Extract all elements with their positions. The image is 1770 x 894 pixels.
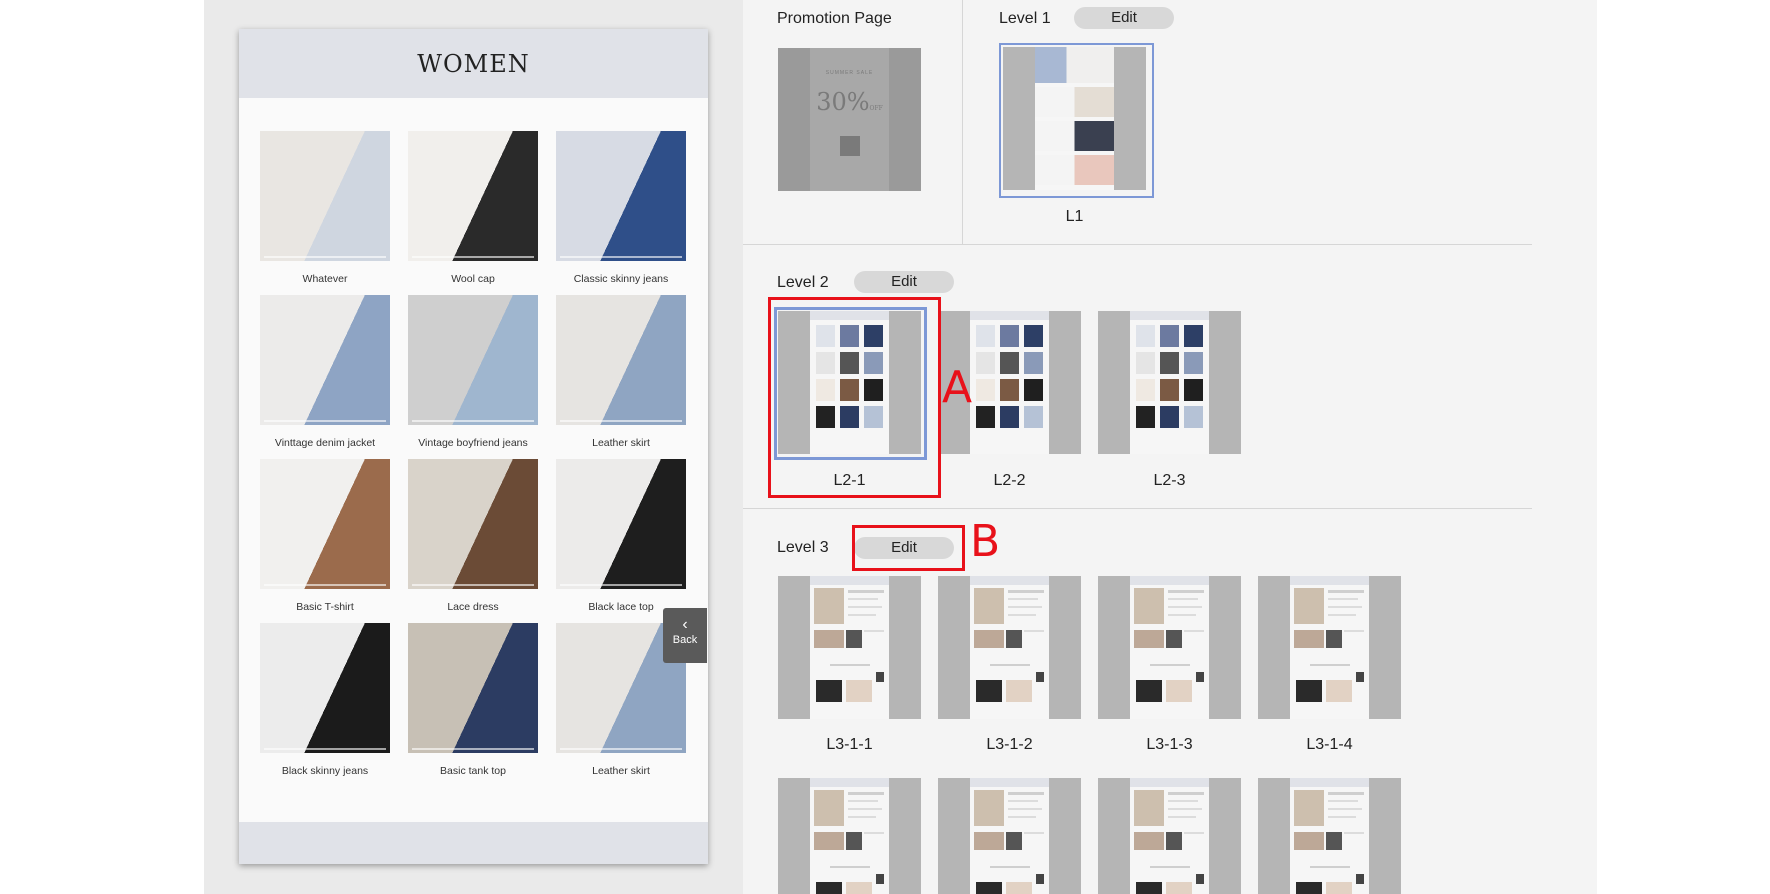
product-label: Basic tank top — [440, 765, 506, 777]
product-label: Vinttage denim jacket — [274, 437, 376, 449]
product-grid: Whatever Wool cap Classic skinny jeans Vint… — [260, 131, 687, 787]
level2-thumb-label: L2-2 — [993, 472, 1026, 489]
level3-thumbnail[interactable] — [1098, 576, 1241, 719]
product-card[interactable]: Basic tank top — [408, 623, 538, 787]
product-card[interactable]: Whatever — [260, 131, 390, 295]
level1-thumbnail[interactable] — [1003, 47, 1146, 190]
chevron-left-icon: ‹ — [682, 616, 688, 633]
product-card[interactable]: Lace dress — [408, 459, 538, 623]
product-card[interactable]: Black skinny jeans — [260, 623, 390, 787]
product-label: Basic T-shirt — [296, 601, 354, 613]
product-label: Black skinny jeans — [281, 765, 369, 777]
divider — [743, 508, 1532, 509]
product-card[interactable]: Vinttage denim jacket — [260, 295, 390, 459]
annotation-box-a — [768, 297, 941, 498]
level1-thumb-label: L1 — [1065, 208, 1084, 225]
product-label: Classic skinny jeans — [573, 273, 669, 285]
annotation-box-b — [852, 525, 965, 571]
divider — [962, 0, 963, 244]
product-card[interactable]: Black lace top — [556, 459, 686, 623]
product-image — [260, 131, 390, 261]
promotion-thumbnail[interactable]: SUMMER SALE 30%OFF — [778, 48, 921, 191]
product-label: Leather skirt — [592, 437, 650, 449]
level3-thumb-label: L3-1-4 — [1306, 736, 1353, 753]
product-image — [556, 295, 686, 425]
product-card[interactable]: Wool cap — [408, 131, 538, 295]
product-image — [260, 623, 390, 753]
product-card[interactable]: Leather skirt — [556, 295, 686, 459]
phone-title: WOMEN — [239, 29, 708, 98]
annotation-label-a: A — [942, 362, 973, 413]
level2-label: Level 2 — [777, 274, 829, 291]
level3-thumb-label: L3-1-2 — [986, 736, 1033, 753]
promo-percent: 30% — [816, 88, 870, 116]
level3-label: Level 3 — [777, 539, 829, 556]
product-label: Wool cap — [451, 273, 495, 285]
product-image — [408, 459, 538, 589]
product-label: Lace dress — [447, 601, 499, 613]
level1-edit-button[interactable]: Edit — [1074, 7, 1174, 29]
level3-thumbnail[interactable] — [938, 778, 1081, 894]
level3-thumb-label: L3-1-1 — [826, 736, 873, 753]
level3-thumb-label: L3-1-3 — [1146, 736, 1193, 753]
level3-thumbnail[interactable] — [1258, 778, 1401, 894]
promo-off: OFF — [869, 105, 883, 112]
back-label: Back — [672, 634, 698, 646]
level3-thumbnail[interactable] — [938, 576, 1081, 719]
divider — [743, 244, 1532, 245]
phone-preview: WOMEN Whatever Wool cap Classic skinny jea… — [239, 29, 708, 864]
product-image — [260, 459, 390, 589]
level2-edit-button[interactable]: Edit — [854, 271, 954, 293]
promotion-page-label: Promotion Page — [777, 10, 892, 27]
phone-footer — [239, 822, 708, 864]
product-label: Leather skirt — [592, 765, 650, 777]
product-label: Vintage boyfriend jeans — [418, 437, 528, 449]
level1-label: Level 1 — [999, 10, 1051, 27]
annotation-label-b: B — [970, 516, 1001, 567]
product-image — [408, 295, 538, 425]
product-image — [556, 131, 686, 261]
product-card[interactable]: Classic skinny jeans — [556, 131, 686, 295]
level2-thumb-label: L2-3 — [1153, 472, 1186, 489]
product-image — [408, 131, 538, 261]
qr-code-icon — [839, 136, 860, 156]
product-image — [260, 295, 390, 425]
product-image — [556, 459, 686, 589]
product-card[interactable]: Basic T-shirt — [260, 459, 390, 623]
product-label: Whatever — [302, 273, 348, 285]
back-button[interactable]: ‹ Back — [663, 608, 707, 663]
product-image — [408, 623, 538, 753]
promo-text: SUMMER SALE — [825, 70, 874, 76]
level2-thumbnail[interactable] — [1098, 311, 1241, 454]
level3-thumbnail[interactable] — [778, 576, 921, 719]
level3-thumbnail[interactable] — [1098, 778, 1241, 894]
product-card[interactable]: Vintage boyfriend jeans — [408, 295, 538, 459]
level3-thumbnail[interactable] — [778, 778, 921, 894]
level3-thumbnail[interactable] — [1258, 576, 1401, 719]
